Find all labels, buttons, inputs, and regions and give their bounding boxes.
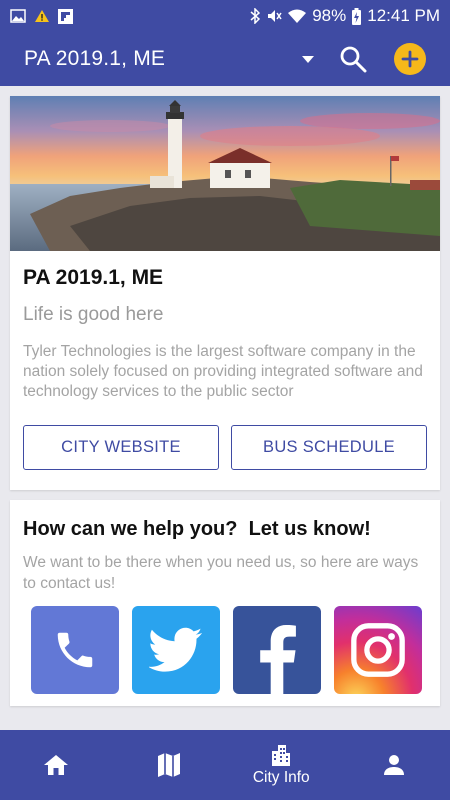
city-card: PA 2019.1, ME Life is good here Tyler Te… <box>10 96 440 490</box>
nav-home[interactable] <box>0 730 113 800</box>
bottom-navigation: City Info <box>0 730 450 800</box>
chevron-down-icon <box>302 55 314 63</box>
plus-icon <box>401 50 419 68</box>
nav-profile[interactable] <box>338 730 450 800</box>
flipboard-icon <box>58 8 73 24</box>
city-website-button[interactable]: CITY WEBSITE <box>23 425 219 470</box>
phone-button[interactable] <box>31 606 119 694</box>
nav-city-info[interactable]: City Info <box>225 730 338 800</box>
phone-icon <box>57 632 93 668</box>
instagram-button[interactable] <box>334 606 422 694</box>
facebook-icon <box>260 625 296 694</box>
twitter-icon <box>149 627 203 672</box>
twitter-button[interactable] <box>132 606 220 694</box>
app-title: PA 2019.1, ME <box>24 47 166 70</box>
search-icon <box>340 46 367 73</box>
help-description: We want to be there when you need us, so… <box>23 554 419 592</box>
facebook-button[interactable] <box>233 606 321 694</box>
person-icon <box>383 755 404 775</box>
app-bar: PA 2019.1, ME <box>0 32 450 86</box>
location-dropdown-button[interactable] <box>302 55 314 63</box>
lighthouse-image <box>10 96 440 251</box>
battery-charging-icon <box>352 7 362 25</box>
search-button[interactable] <box>336 42 370 76</box>
contact-icons-row <box>31 606 422 694</box>
contact-card: How can we help you? Let us know! We wan… <box>10 500 440 706</box>
warning-icon <box>34 9 50 23</box>
city-icon <box>272 745 291 766</box>
help-title: How can we help you? Let us know! <box>23 518 371 540</box>
city-title: PA 2019.1, ME <box>23 266 164 289</box>
mute-icon <box>266 8 282 24</box>
nav-map[interactable] <box>113 730 226 800</box>
instagram-icon <box>351 623 405 677</box>
status-time: 12:41 PM <box>367 6 440 25</box>
wifi-icon <box>288 9 307 24</box>
city-description: Tyler Technologies is the largest softwa… <box>23 343 423 400</box>
nav-city-info-label: City Info <box>252 769 310 786</box>
add-button[interactable] <box>394 43 426 75</box>
bus-schedule-button[interactable]: BUS SCHEDULE <box>231 425 427 470</box>
city-tagline: Life is good here <box>23 304 164 325</box>
image-notification-icon <box>10 9 26 23</box>
battery-percent: 98% <box>312 6 347 25</box>
home-icon <box>44 755 69 775</box>
status-bar: 98% 12:41 PM <box>0 0 450 32</box>
map-icon <box>157 753 180 777</box>
bluetooth-icon <box>250 8 261 24</box>
